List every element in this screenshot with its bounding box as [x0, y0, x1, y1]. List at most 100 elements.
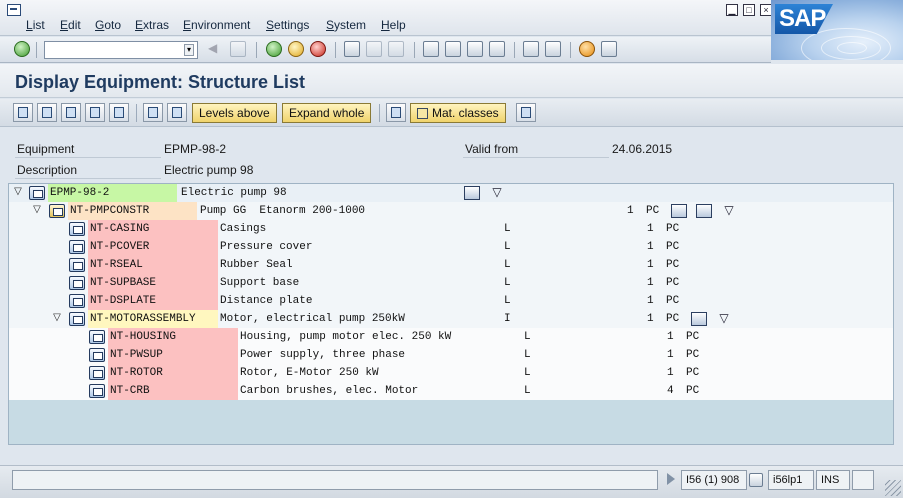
row-text: Motor, electrical pump 250kW	[220, 313, 405, 325]
mat-classes-button[interactable]: Mat. classes	[410, 103, 506, 123]
collapse-subtree-icon[interactable]	[167, 103, 187, 122]
root-key[interactable]: EPMP-98-2	[48, 184, 177, 202]
exit-icon[interactable]	[288, 41, 304, 57]
row-key[interactable]: NT-SUPBASE	[88, 274, 218, 292]
find-next-icon[interactable]	[388, 41, 404, 57]
save-icon[interactable]	[230, 41, 246, 57]
command-history-dropdown[interactable]: ▾	[184, 44, 194, 56]
filter-icon[interactable]: ▽	[716, 312, 732, 326]
valid-from-label: Valid from	[463, 140, 609, 158]
previous-page-icon[interactable]	[445, 41, 461, 57]
levels-above-button[interactable]: Levels above	[192, 103, 277, 123]
collapse-node-icon[interactable]: ▽	[51, 313, 63, 325]
menu-help[interactable]: Help	[381, 18, 406, 32]
export-icon[interactable]	[516, 103, 536, 122]
row-key[interactable]: NT-MOTORASSEMBLY	[88, 310, 218, 328]
classes-icon	[417, 108, 428, 119]
row-key[interactable]: NT-CASING	[88, 220, 218, 238]
tree-row[interactable]: NT-PCOVER Pressure cover L 1 PC	[9, 238, 893, 256]
object-icon[interactable]	[691, 312, 707, 326]
shortcut-icon[interactable]	[545, 41, 561, 57]
equipment-value: EPMP-98-2	[164, 142, 227, 156]
minimize-button[interactable]: ▁	[726, 4, 738, 16]
session-list-icon[interactable]	[749, 473, 763, 487]
menu-environment[interactable]: Environment	[183, 18, 250, 32]
expand-subtree-icon[interactable]	[143, 103, 163, 122]
row-category: L	[504, 295, 511, 307]
zoom-in-icon[interactable]	[13, 103, 33, 122]
row-text: Support base	[220, 277, 300, 289]
menu-system[interactable]: System	[326, 18, 366, 32]
description-label: Description	[15, 161, 161, 179]
row-unit: PC	[666, 277, 680, 289]
next-page-icon[interactable]	[467, 41, 483, 57]
maximize-button[interactable]: □	[743, 4, 755, 16]
tree-row[interactable]: NT-DSPLATE Distance plate L 1 PC	[9, 292, 893, 310]
last-page-icon[interactable]	[489, 41, 505, 57]
find-icon[interactable]	[366, 41, 382, 57]
tree-root-row[interactable]: ▽ EPMP-98-2 Electric pump 98 ▽	[9, 184, 893, 202]
row-key[interactable]: NT-DSPLATE	[88, 292, 218, 310]
sap-logo: SAP	[771, 0, 903, 60]
navigate-icon[interactable]	[386, 103, 406, 122]
row-text: Housing, pump motor elec. 250 kW	[240, 331, 452, 343]
back-arrow-icon[interactable]: ◀	[208, 41, 224, 57]
row-qty: 1	[647, 295, 654, 307]
document-icon[interactable]	[696, 204, 712, 218]
print-icon[interactable]	[344, 41, 360, 57]
row-category: L	[524, 349, 531, 361]
tree-row[interactable]: ▽ NT-MOTORASSEMBLY Motor, electrical pum…	[9, 310, 893, 328]
customize-layout-icon[interactable]	[601, 41, 617, 57]
menu-goto[interactable]: Goto	[95, 18, 121, 32]
row-unit: PC	[686, 331, 700, 343]
row-qty: 4	[667, 385, 674, 397]
menu-edit[interactable]: Edit	[60, 18, 81, 32]
menu-settings[interactable]: Settings	[266, 18, 309, 32]
tree-row[interactable]: NT-PWSUP Power supply, three phase L 1 P…	[9, 346, 893, 364]
tree-row[interactable]: NT-SUPBASE Support base L 1 PC	[9, 274, 893, 292]
expand-whole-button[interactable]: Expand whole	[282, 103, 372, 123]
row-key[interactable]: NT-PCOVER	[88, 238, 218, 256]
enter-icon[interactable]	[14, 41, 30, 57]
tree-row[interactable]: NT-CASING Casings L 1 PC	[9, 220, 893, 238]
tree-row[interactable]: ▽ NT-PMPCONSTR Pump GG Etanorm 200-1000 …	[9, 202, 893, 220]
status-expand-icon[interactable]	[667, 473, 675, 485]
row-qty: 1	[647, 277, 654, 289]
first-page-icon[interactable]	[423, 41, 439, 57]
tree-row[interactable]: NT-HOUSING Housing, pump motor elec. 250…	[9, 328, 893, 346]
filter-icon[interactable]: ▽	[721, 204, 737, 218]
server-info: i56lp1	[768, 470, 814, 490]
menu-list[interactable]: List	[26, 18, 45, 32]
insert-mode[interactable]: INS	[816, 470, 850, 490]
filter-icon[interactable]: ▽	[489, 186, 505, 200]
bom-icon[interactable]	[464, 186, 480, 200]
deselect-all-icon[interactable]	[85, 103, 105, 122]
list-details-icon[interactable]	[109, 103, 129, 122]
row-key[interactable]: NT-CRB	[108, 382, 238, 400]
tree-row[interactable]: NT-RSEAL Rubber Seal L 1 PC	[9, 256, 893, 274]
row-unit: PC	[666, 241, 680, 253]
row-qty: 1	[667, 331, 674, 343]
select-all-icon[interactable]	[61, 103, 81, 122]
collapse-node-icon[interactable]: ▽	[31, 205, 43, 217]
row-key[interactable]: NT-PWSUP	[108, 346, 238, 364]
collapse-root-icon[interactable]: ▽	[12, 187, 24, 199]
create-session-icon[interactable]	[523, 41, 539, 57]
row-key[interactable]: NT-PMPCONSTR	[68, 202, 197, 220]
menu-extras[interactable]: Extras	[135, 18, 169, 32]
command-field[interactable]	[44, 41, 198, 59]
back-icon[interactable]	[266, 41, 282, 57]
row-key[interactable]: NT-HOUSING	[108, 328, 238, 346]
material-icon	[69, 276, 85, 290]
tree-row[interactable]: NT-ROTOR Rotor, E-Motor 250 kW L 1 PC	[9, 364, 893, 382]
help-icon[interactable]	[579, 41, 595, 57]
row-key[interactable]: NT-RSEAL	[88, 256, 218, 274]
row-key[interactable]: NT-ROTOR	[108, 364, 238, 382]
system-menu-icon[interactable]	[7, 4, 21, 16]
tree-row[interactable]: NT-CRB Carbon brushes, elec. Motor L 4 P…	[9, 382, 893, 400]
row-qty: 1	[647, 313, 654, 325]
cancel-icon[interactable]	[310, 41, 326, 57]
refresh-icon[interactable]	[37, 103, 57, 122]
object-icon[interactable]	[671, 204, 687, 218]
resize-grip-icon[interactable]	[885, 480, 901, 496]
